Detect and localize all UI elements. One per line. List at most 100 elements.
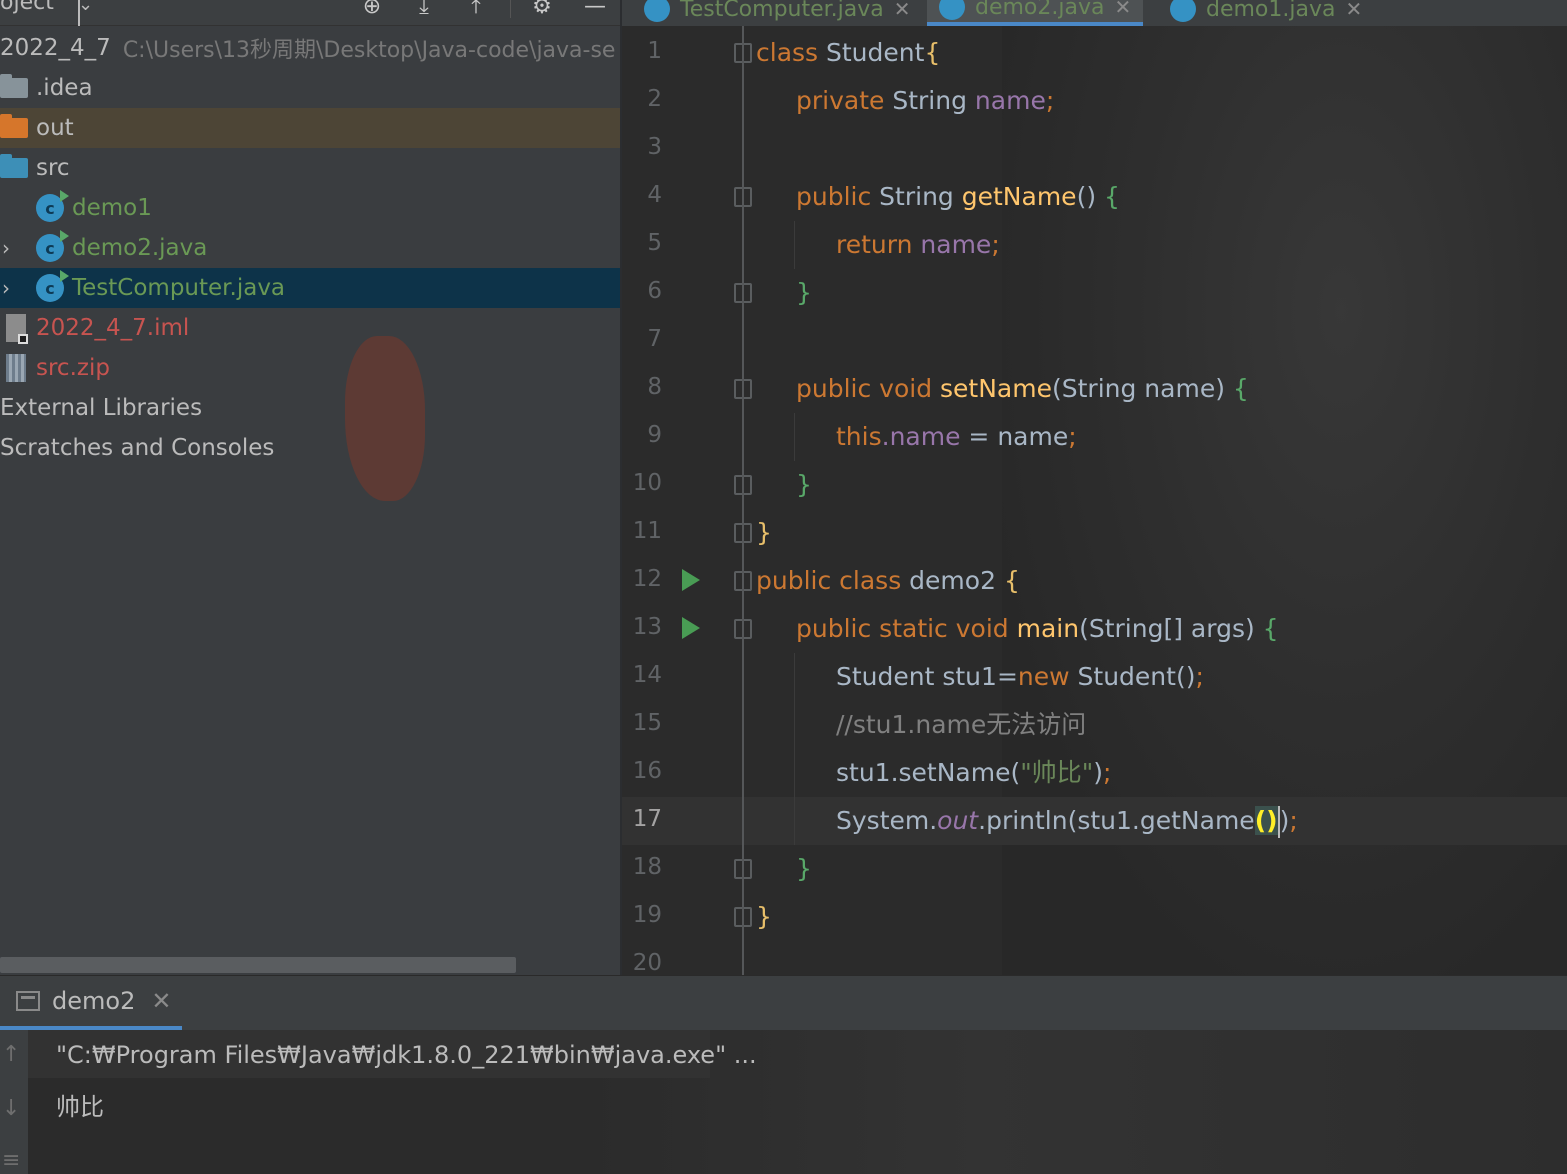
horizontal-scrollbar[interactable] (0, 957, 516, 973)
chevron-right-icon[interactable]: › (2, 276, 10, 300)
tab-label: demo2.java (975, 0, 1105, 20)
tree-item-label: out (36, 115, 74, 141)
tree-item-demo2[interactable]: › c demo2.java (0, 228, 620, 268)
code-line-9: this.name = name; (836, 422, 1077, 451)
run-tab-demo2[interactable]: demo2 ✕ (0, 976, 182, 1031)
folder-icon (0, 114, 28, 138)
code-line-19: } (756, 902, 772, 931)
chevron-down-icon[interactable]: ⌄ (78, 0, 93, 26)
project-toolbar: oject ⌄ ⊕ ⤓ ⤒ ⚙ — (0, 0, 620, 26)
line-number: 4 (647, 182, 662, 208)
tab-demo2[interactable]: demo2.java ✕ (927, 0, 1144, 26)
project-panel: oject ⌄ ⊕ ⤓ ⤒ ⚙ — 2022_4_7 C:\Users\13秒周… (0, 0, 620, 975)
code-line-1: class Student{ (756, 38, 941, 67)
code-line-5: return name; (836, 230, 1000, 259)
indent-guide (794, 653, 795, 845)
folder-icon (0, 74, 28, 98)
chevron-right-icon[interactable]: › (2, 236, 10, 260)
line-number: 19 (632, 902, 662, 928)
tree-root[interactable]: 2022_4_7 C:\Users\13秒周期\Desktop\Java-cod… (0, 28, 620, 68)
module-file-icon (6, 314, 28, 344)
line-number: 16 (632, 758, 662, 784)
line-number: 10 (632, 470, 662, 496)
soft-wrap-icon[interactable]: ≡ (2, 1148, 20, 1173)
tree-item-label: src (36, 155, 70, 181)
close-icon[interactable]: ✕ (1114, 0, 1131, 19)
expand-all-icon[interactable]: ⤓ (409, 0, 439, 19)
code-line-15: //stu1.name无法访问 (836, 710, 1087, 739)
close-icon[interactable]: ✕ (151, 987, 171, 1015)
line-number: 20 (632, 950, 662, 975)
hide-icon[interactable]: — (580, 0, 610, 19)
java-class-icon: c (36, 190, 69, 222)
java-class-icon (1170, 0, 1196, 22)
tree-item-demo1[interactable]: c demo1 (0, 188, 620, 228)
line-number: 11 (632, 518, 662, 544)
tab-demo1[interactable]: demo1.java ✕ (1158, 0, 1374, 26)
tree-item-idea[interactable]: .idea (0, 68, 620, 108)
tree-item-src[interactable]: src (0, 148, 620, 188)
tab-testcomputer[interactable]: TestComputer.java ✕ (632, 0, 923, 26)
editor-gutter: 1 2 3 4 5 6 7 8 9 10 11 12 13 14 15 16 17 18 19 20 (622, 26, 752, 975)
line-number: 18 (632, 854, 662, 880)
project-title[interactable]: oject (0, 0, 54, 15)
line-number: 8 (647, 374, 662, 400)
tab-label: TestComputer.java (680, 0, 884, 22)
code-line-14: Student stu1=new Student(); (836, 662, 1204, 691)
code-editor[interactable]: 1 2 3 4 5 6 7 8 9 10 11 12 13 14 15 16 17 18 19 20 class St… (622, 26, 1567, 975)
source-folder-icon (0, 154, 28, 178)
gear-icon[interactable]: ⚙ (527, 0, 557, 19)
run-tab-label: demo2 (52, 987, 136, 1015)
tab-label: demo1.java (1206, 0, 1336, 22)
tree-item-label: demo2.java (72, 235, 208, 261)
arrow-down-icon[interactable]: ↓ (2, 1096, 20, 1121)
gutter-divider (742, 26, 744, 975)
java-class-icon (644, 0, 670, 22)
java-class-icon: c (36, 230, 69, 262)
arrow-up-icon[interactable]: ↑ (2, 1042, 20, 1067)
tree-item-external-libraries[interactable]: External Libraries (0, 388, 620, 428)
indent-guide (794, 413, 795, 461)
tree-item-scratches[interactable]: Scratches and Consoles (0, 428, 620, 468)
close-icon[interactable]: ✕ (1345, 0, 1362, 21)
line-number: 15 (632, 710, 662, 736)
code-line-8: public void setName(String name) { (796, 374, 1249, 403)
run-side-toolbar: ↑ ↓ ≡ (0, 1030, 28, 1174)
tree-item-label: External Libraries (0, 395, 203, 421)
tree-item-iml[interactable]: 2022_4_7.iml (0, 308, 620, 348)
console-command-line: "C:₩Program Files₩Java₩jdk1.8.0_221₩bin₩… (56, 1041, 757, 1069)
code-line-16: stu1.setName("帅比"); (836, 758, 1112, 787)
locate-icon[interactable]: ⊕ (357, 0, 387, 19)
java-class-icon (939, 0, 965, 20)
run-gutter-icon[interactable] (682, 569, 700, 591)
line-number: 9 (647, 422, 662, 448)
line-number: 2 (647, 86, 662, 112)
run-gutter-icon[interactable] (682, 617, 700, 639)
line-number: 7 (647, 326, 662, 352)
tree-item-label: demo1 (72, 195, 152, 221)
code-line-12: public class demo2 { (756, 566, 1020, 595)
code-line-2: private String name; (796, 86, 1055, 115)
zip-file-icon (6, 354, 26, 382)
run-console[interactable]: "C:₩Program Files₩Java₩jdk1.8.0_221₩bin₩… (28, 1030, 1567, 1174)
console-icon (16, 991, 40, 1011)
code-line-18: } (796, 854, 812, 883)
collapse-all-icon[interactable]: ⤒ (461, 0, 491, 19)
tree-item-label: 2022_4_7.iml (36, 315, 190, 341)
line-number: 6 (647, 278, 662, 304)
code-line-17: System.out.println(stu1.getName()); (836, 797, 1298, 845)
toolbar-divider (510, 0, 511, 18)
line-number: 1 (647, 38, 662, 64)
editor-tab-bar: TestComputer.java ✕ demo2.java ✕ demo1.j… (622, 0, 1567, 26)
code-line-11: } (756, 518, 772, 547)
close-icon[interactable]: ✕ (894, 0, 911, 21)
line-number: 12 (632, 566, 662, 592)
code-line-13: public static void main(String[] args) { (796, 614, 1279, 643)
code-line-6: } (796, 278, 812, 307)
line-number: 14 (632, 662, 662, 688)
tree-item-srczip[interactable]: src.zip (0, 348, 620, 388)
tree-item-testcomputer[interactable]: › c TestComputer.java (0, 268, 620, 308)
tree-item-label: src.zip (36, 355, 110, 381)
tree-item-out[interactable]: out (0, 108, 620, 148)
run-tool-window-header: demo2 ✕ (0, 975, 1567, 1031)
